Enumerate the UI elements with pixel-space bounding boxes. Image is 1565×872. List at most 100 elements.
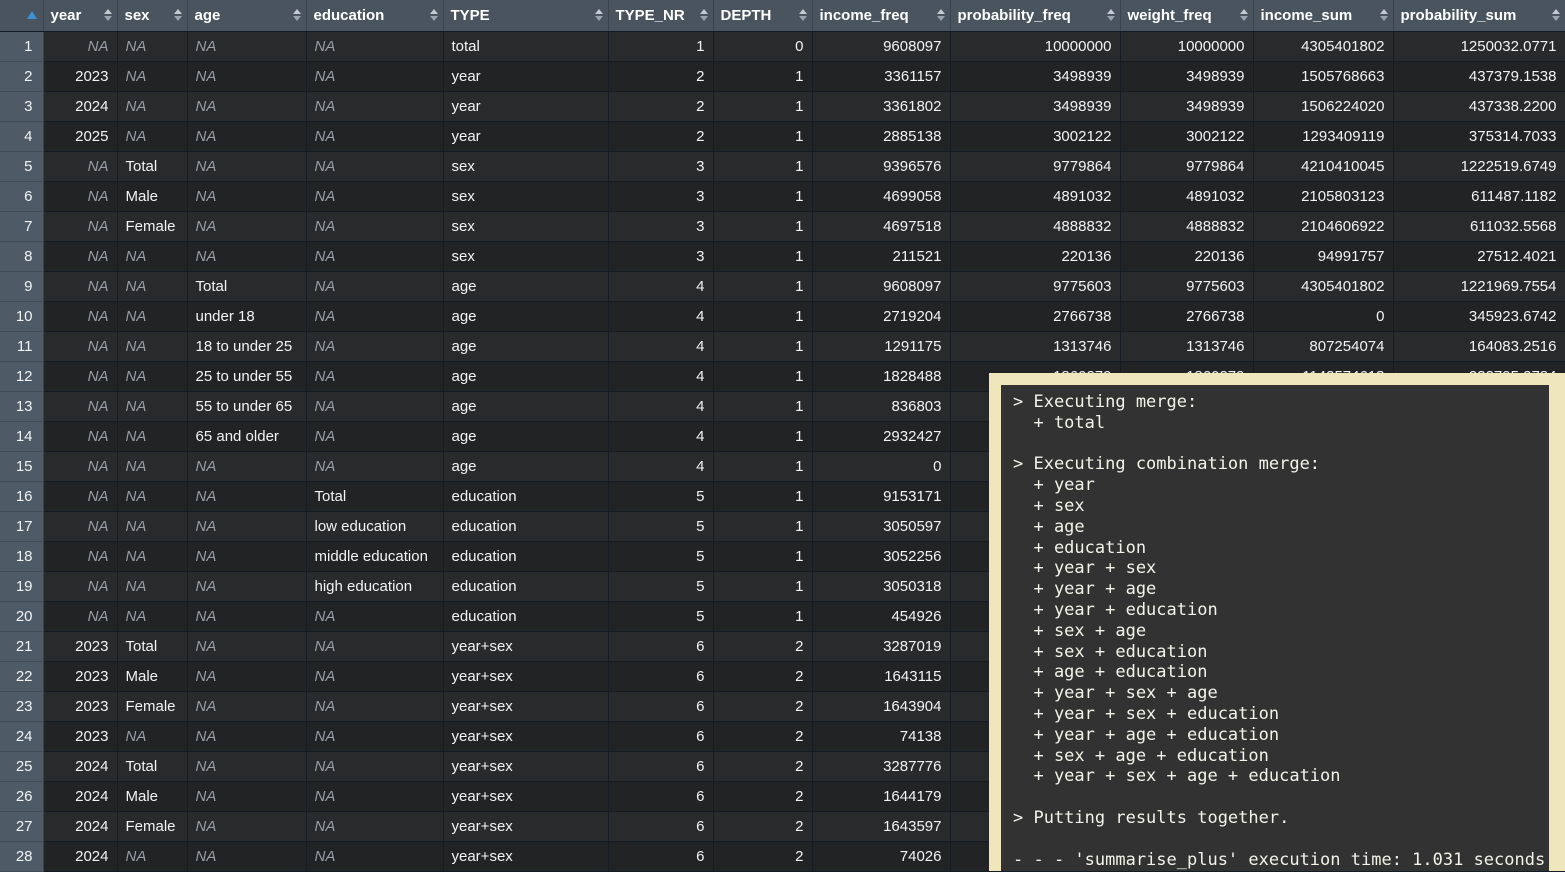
column-header-sex[interactable]: sex (117, 0, 187, 31)
cell-DEPTH: 1 (713, 601, 812, 631)
column-header-TYPE[interactable]: TYPE (443, 0, 608, 31)
cell-TYPE_NR: 4 (608, 331, 713, 361)
cell-weight_freq: 1313746 (1120, 331, 1253, 361)
cell-education: NA (306, 751, 443, 781)
cell-probability_sum: 611032.5568 (1393, 211, 1565, 241)
cell-sex: NA (117, 721, 187, 751)
column-label: sex (125, 7, 150, 24)
column-header-weight_freq[interactable]: weight_freq (1120, 0, 1253, 31)
row-number: 8 (0, 241, 43, 271)
cell-weight_freq: 4888832 (1120, 211, 1253, 241)
cell-income_sum: 1505768663 (1253, 61, 1393, 91)
cell-education: middle education (306, 541, 443, 571)
cell-sex: NA (117, 361, 187, 391)
column-header-year[interactable]: year (43, 0, 117, 31)
column-header-probability_sum[interactable]: probability_sum (1393, 0, 1565, 31)
row-number: 14 (0, 421, 43, 451)
cell-income_freq: 4699058 (812, 181, 950, 211)
cell-DEPTH: 1 (713, 571, 812, 601)
cell-education: NA (306, 811, 443, 841)
cell-DEPTH: 1 (713, 541, 812, 571)
cell-sex: NA (117, 481, 187, 511)
cell-TYPE: year+sex (443, 631, 608, 661)
cell-year: NA (43, 481, 117, 511)
cell-TYPE_NR: 2 (608, 121, 713, 151)
cell-income_sum: 0 (1253, 301, 1393, 331)
cell-year: NA (43, 241, 117, 271)
column-header-income_freq[interactable]: income_freq (812, 0, 950, 31)
cell-sex: NA (117, 841, 187, 871)
cell-DEPTH: 1 (713, 481, 812, 511)
column-header-income_sum[interactable]: income_sum (1253, 0, 1393, 31)
cell-DEPTH: 1 (713, 61, 812, 91)
cell-probability_freq: 3498939 (950, 61, 1120, 91)
cell-probability_sum: 611487.1182 (1393, 181, 1565, 211)
cell-probability_freq: 4888832 (950, 211, 1120, 241)
cell-year: NA (43, 271, 117, 301)
row-number: 21 (0, 631, 43, 661)
column-label: income_sum (1261, 7, 1353, 24)
cell-TYPE: year (443, 121, 608, 151)
row-number: 1 (0, 31, 43, 61)
row-number: 16 (0, 481, 43, 511)
cell-weight_freq: 9775603 (1120, 271, 1253, 301)
cell-age: under 18 (187, 301, 306, 331)
column-header-TYPE_NR[interactable]: TYPE_NR (608, 0, 713, 31)
cell-income_freq: 211521 (812, 241, 950, 271)
row-number: 2 (0, 61, 43, 91)
cell-education: NA (306, 151, 443, 181)
row-number: 20 (0, 601, 43, 631)
cell-age: NA (187, 721, 306, 751)
column-header-education[interactable]: education (306, 0, 443, 31)
cell-age: 18 to under 25 (187, 331, 306, 361)
row-number: 5 (0, 151, 43, 181)
row-number: 22 (0, 661, 43, 691)
cell-DEPTH: 2 (713, 691, 812, 721)
row-number: 17 (0, 511, 43, 541)
cell-weight_freq: 9779864 (1120, 151, 1253, 181)
cell-year: 2023 (43, 691, 117, 721)
cell-sex: Male (117, 781, 187, 811)
console-line: + age + education (1013, 662, 1545, 683)
cell-age: NA (187, 511, 306, 541)
column-header-age[interactable]: age (187, 0, 306, 31)
row-number: 4 (0, 121, 43, 151)
cell-age: NA (187, 241, 306, 271)
row-number: 19 (0, 571, 43, 601)
cell-DEPTH: 1 (713, 391, 812, 421)
cell-income_freq: 2885138 (812, 121, 950, 151)
cell-income_freq: 1643115 (812, 661, 950, 691)
cell-year: 2023 (43, 61, 117, 91)
column-label: age (195, 7, 221, 24)
cell-DEPTH: 1 (713, 181, 812, 211)
cell-TYPE: education (443, 541, 608, 571)
cell-TYPE_NR: 4 (608, 301, 713, 331)
cell-sex: NA (117, 541, 187, 571)
cell-TYPE_NR: 6 (608, 751, 713, 781)
cell-income_freq: 9396576 (812, 151, 950, 181)
cell-income_sum: 807254074 (1253, 331, 1393, 361)
cell-TYPE: age (443, 451, 608, 481)
console-line: + education (1013, 538, 1545, 559)
cell-weight_freq: 10000000 (1120, 31, 1253, 61)
cell-TYPE: year (443, 91, 608, 121)
cell-education: NA (306, 181, 443, 211)
cell-age: 25 to under 55 (187, 361, 306, 391)
column-header-DEPTH[interactable]: DEPTH (713, 0, 812, 31)
cell-income_sum: 1293409119 (1253, 121, 1393, 151)
cell-income_sum: 1506224020 (1253, 91, 1393, 121)
cell-TYPE_NR: 5 (608, 541, 713, 571)
cell-sex: NA (117, 61, 187, 91)
cell-TYPE_NR: 3 (608, 241, 713, 271)
row-number-header[interactable] (0, 0, 43, 31)
column-header-probability_freq[interactable]: probability_freq (950, 0, 1120, 31)
cell-income_freq: 9608097 (812, 31, 950, 61)
table-row: 1NANANANAtotal10960809710000000100000004… (0, 31, 1565, 61)
cell-TYPE: sex (443, 181, 608, 211)
cell-year: 2024 (43, 841, 117, 871)
cell-age: NA (187, 61, 306, 91)
cell-income_freq: 1291175 (812, 331, 950, 361)
cell-DEPTH: 0 (713, 31, 812, 61)
row-number: 11 (0, 331, 43, 361)
console-line: + year + sex + age + education (1013, 766, 1545, 787)
